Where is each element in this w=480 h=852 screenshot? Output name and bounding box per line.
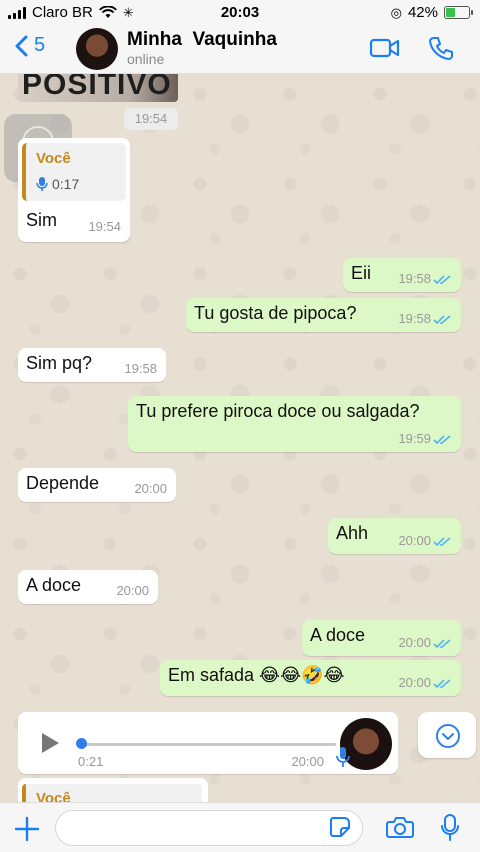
phone-icon[interactable] [428, 35, 454, 61]
image-message[interactable]: POSITIVO [18, 74, 178, 102]
message-text: Tu prefere piroca doce ou salgada? [136, 401, 420, 421]
message-time: 20:00 [116, 583, 149, 598]
message-time: 20:00 [398, 533, 431, 548]
message-time: 19:54 [88, 219, 121, 234]
chevron-down-icon [436, 724, 460, 748]
image-text: POSITIVO [22, 74, 172, 101]
video-call-icon[interactable] [369, 36, 401, 60]
message-text: Em safada 😂😂🤣😂 [168, 665, 345, 685]
plus-icon[interactable] [14, 816, 40, 842]
read-ticks-icon [433, 639, 451, 649]
message-bubble-out[interactable]: Em safada 😂😂🤣😂 20:00 [160, 660, 461, 696]
status-bar: Claro BR ✳ 20:03 ◎ 42% [0, 0, 480, 26]
reply-quote[interactable]: Você 0:17 [22, 143, 126, 201]
scroll-to-bottom-button[interactable] [418, 712, 476, 758]
message-bubble-in[interactable]: Sim pq? 19:58 [18, 348, 166, 382]
message-time: 19:59 [398, 431, 431, 446]
message-time: 19:58 [398, 271, 431, 286]
message-bubble-in[interactable]: Você [18, 778, 208, 802]
read-ticks-icon [433, 679, 451, 689]
message-time: 19:58 [398, 311, 431, 326]
image-timestamp: 19:54 [124, 108, 178, 130]
battery-percent: 42% [407, 4, 438, 21]
read-ticks-icon [433, 435, 451, 445]
message-time: 20:00 [398, 675, 431, 690]
message-text: A doce [26, 575, 82, 595]
back-chevron-icon [15, 35, 28, 56]
quote-author: Você [36, 790, 71, 802]
contact-avatar[interactable] [76, 28, 118, 70]
message-bubble-out[interactable]: A doce 20:00 [302, 620, 461, 656]
message-text: Depende [26, 473, 100, 493]
message-text: Ahh [336, 523, 369, 543]
message-text: Tu gosta de pipoca? [194, 303, 357, 323]
audio-progress-track[interactable] [80, 743, 336, 746]
reply-quote: Você [22, 784, 202, 802]
mic-icon [336, 747, 350, 767]
orientation-lock-icon: ◎ [390, 4, 402, 20]
read-ticks-icon [433, 537, 451, 547]
message-input[interactable] [55, 810, 363, 846]
quote-duration: 0:17 [52, 176, 80, 192]
message-bubble-in[interactable]: Depende 20:00 [18, 468, 176, 502]
quote-author: Você [36, 150, 71, 167]
read-ticks-icon [433, 315, 451, 325]
message-bubble-out[interactable]: Eii 19:58 [343, 258, 461, 292]
audio-scrubber[interactable] [76, 738, 87, 749]
chat-header: 5 Minha Vaquinha online [0, 26, 480, 74]
message-text: Eii [351, 263, 372, 283]
compose-bar [0, 802, 480, 852]
mic-icon[interactable] [440, 813, 460, 843]
contact-status: online [127, 51, 165, 67]
read-ticks-icon [433, 275, 451, 285]
message-text: A doce [310, 625, 366, 645]
message-bubble-out[interactable]: Tu gosta de pipoca? 19:58 [186, 298, 461, 332]
voice-message[interactable]: 0:21 20:00 [18, 712, 398, 774]
message-bubble-in[interactable]: Você 0:17 Sim 19:54 [18, 138, 130, 242]
message-time: 19:58 [124, 361, 157, 376]
message-text: Sim [26, 210, 57, 230]
voice-duration: 0:21 [78, 754, 104, 769]
mic-icon [36, 177, 48, 191]
message-bubble-out[interactable]: Tu prefere piroca doce ou salgada? 19:59 [128, 396, 461, 452]
message-text: Sim pq? [26, 353, 93, 373]
message-bubble-out[interactable]: Ahh 20:00 [328, 518, 461, 554]
play-icon[interactable] [40, 732, 60, 754]
unread-count: 5 [34, 34, 46, 56]
message-list[interactable]: POSITIVO 19:54 Você 0:17 Sim 19:54 Eii 1… [0, 74, 480, 802]
message-bubble-in[interactable]: A doce 20:00 [18, 570, 158, 604]
camera-icon[interactable] [386, 815, 414, 839]
battery-icon [444, 6, 473, 19]
message-time: 20:00 [398, 635, 431, 650]
back-button[interactable]: 5 [14, 34, 45, 57]
voice-time: 20:00 [291, 754, 324, 769]
message-time: 20:00 [134, 481, 167, 496]
contact-name[interactable]: Minha Vaquinha [127, 29, 277, 51]
sticker-icon[interactable] [329, 816, 351, 838]
